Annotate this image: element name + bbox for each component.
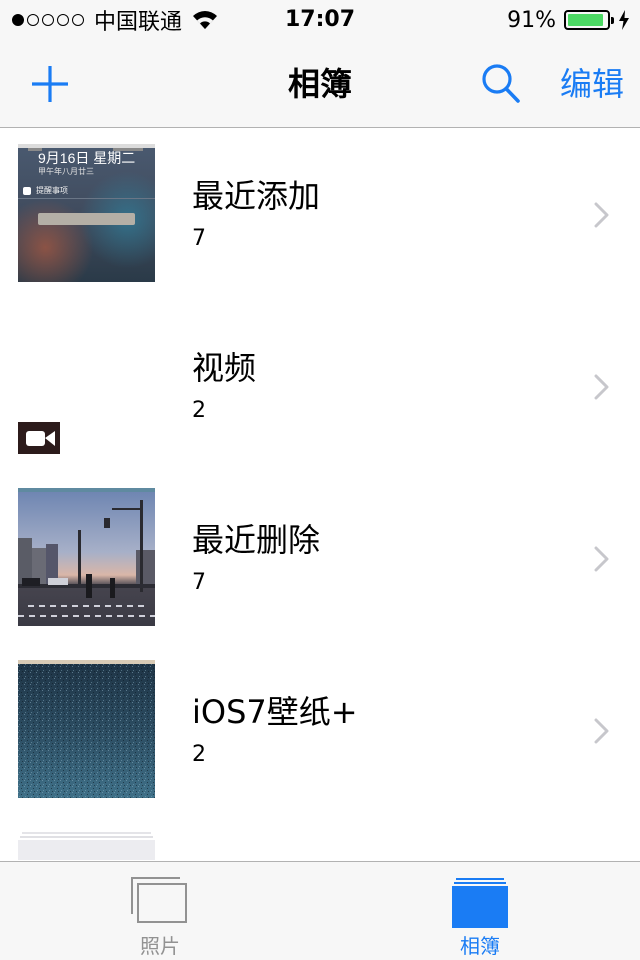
status-bar: 中国联通 17:07 91% [0,0,640,40]
street-photo-thumbnail [18,488,155,626]
thumb-date-text: 9月16日 星期二 [38,150,136,166]
album-name: iOS7壁纸+ [192,693,358,731]
album-name: 最近添加 [192,177,321,215]
photos-tab-icon [131,877,187,923]
album-row-ios7-wallpapers[interactable]: iOS7壁纸+ 2 [0,645,640,817]
album-row-videos[interactable]: 视频 2 [0,301,640,473]
album-count: 7 [192,226,206,251]
tab-label: 照片 [140,934,180,958]
album-row-recently-deleted[interactable]: 最近删除 7 [0,473,640,645]
album-count: 2 [192,742,206,767]
chevron-right-icon [594,202,609,228]
album-count: 2 [192,398,206,423]
chevron-right-icon [594,718,609,744]
edit-button[interactable]: 编辑 [560,62,624,106]
thumb-reminder-text: 提醒事项 [36,186,68,195]
album-thumbnail [18,660,155,798]
thumb-lunar-text: 甲午年八月廿三 [38,167,94,176]
page-title: 相簿 [287,65,352,103]
album-name: 最近删除 [192,521,321,559]
stacked-placeholder-thumbnail [18,832,155,860]
album-thumbnail [18,488,155,626]
battery-icon [564,10,614,30]
album-thumbnail [18,316,155,454]
search-icon[interactable] [480,62,522,106]
album-thumbnail: 9月16日 星期二 甲午年八月廿三 提醒事项 [18,144,155,282]
album-count: 7 [192,570,206,595]
album-thumbnail [18,832,155,860]
album-row-recently-added[interactable]: 9月16日 星期二 甲午年八月廿三 提醒事项 最近添加 7 [0,129,640,301]
navigation-bar: 相簿 编辑 [0,40,640,128]
wallpaper-thumbnail [18,660,155,798]
tab-photos[interactable]: 照片 [100,872,220,958]
video-camera-icon [18,422,60,454]
album-row-partial[interactable] [0,817,640,860]
chevron-right-icon [594,374,609,400]
tab-label: 相簿 [460,934,500,958]
battery-fill [568,14,603,26]
album-name: 视频 [192,349,257,387]
battery-percent: 91% [507,7,556,33]
tab-bar: 照片 相簿 [0,861,640,960]
chevron-right-icon [594,546,609,572]
status-right: 91% [507,6,630,34]
album-list: 9月16日 星期二 甲午年八月廿三 提醒事项 最近添加 7 视频 2 最近删除 … [0,129,640,860]
albums-tab-icon [452,878,508,928]
tab-albums[interactable]: 相簿 [420,872,540,958]
charging-bolt-icon [619,10,629,30]
